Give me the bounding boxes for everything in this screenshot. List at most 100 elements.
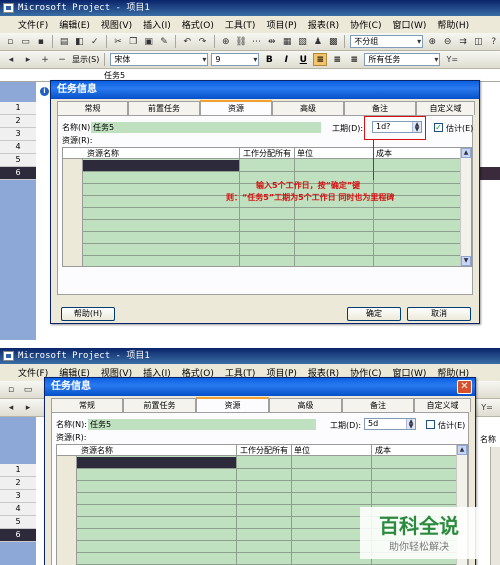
open-icon[interactable]: ▭ (19, 35, 31, 48)
tab-predecessors[interactable]: 前置任务 (123, 398, 196, 412)
notes-icon[interactable]: ▧ (296, 35, 308, 48)
help-icon[interactable]: ? (488, 35, 500, 48)
cut-icon[interactable]: ✂ (112, 35, 124, 48)
right-scroll-strip[interactable] (490, 447, 500, 565)
align-center-button[interactable]: ≡ (330, 53, 344, 66)
underline-button[interactable]: U (296, 53, 310, 66)
open-icon[interactable]: ▭ (21, 383, 35, 396)
font-size-combo[interactable]: 9 (211, 53, 260, 66)
row-number[interactable]: 4 (0, 141, 36, 154)
font-combo[interactable]: 宋体 (110, 53, 209, 66)
print-icon[interactable]: ▤ (58, 35, 70, 48)
duration-spinner[interactable]: 5d ▲ ▼ (364, 418, 416, 430)
assign-resources-icon[interactable]: ♟ (312, 35, 324, 48)
selected-grid-cell[interactable] (83, 160, 239, 171)
goto-task-icon[interactable]: ⇉ (457, 35, 469, 48)
row-number[interactable]: 1 (0, 102, 36, 115)
split-task-icon[interactable]: ⇹ (266, 35, 278, 48)
publish-icon[interactable]: ▩ (327, 35, 339, 48)
copy-picture-icon[interactable]: ◫ (472, 35, 484, 48)
column-units[interactable]: 单位 (297, 148, 313, 159)
tab-custom-fields[interactable]: 自定义域 (416, 101, 475, 115)
cancel-button[interactable]: 取消 (407, 307, 471, 321)
outdent-icon[interactable]: ◂ (4, 53, 18, 66)
name-field[interactable]: 任务5 (88, 419, 316, 430)
copy-icon[interactable]: ❐ (127, 35, 139, 48)
task-info-icon[interactable]: ▦ (281, 35, 293, 48)
indent-icon[interactable]: ▸ (21, 53, 35, 66)
menu-project[interactable]: 项目(P) (266, 18, 296, 31)
align-left-button[interactable]: ≡ (313, 53, 328, 66)
row-number[interactable]: 4 (0, 503, 36, 516)
selected-grid-cell[interactable] (77, 457, 236, 468)
unlink-tasks-icon[interactable]: ⋯ (250, 35, 262, 48)
column-resource-name[interactable]: 资源名称 (87, 148, 119, 159)
spelling-icon[interactable]: ✓ (89, 35, 101, 48)
menu-edit[interactable]: 编辑(E) (59, 18, 90, 31)
help-button[interactable]: 帮助(H) (61, 307, 115, 321)
row-number[interactable]: 3 (0, 128, 36, 141)
column-assignment-owner[interactable]: 工作分配所有 (243, 148, 295, 159)
column-resource-name[interactable]: 资源名称 (81, 445, 113, 456)
save-icon[interactable]: ▪ (35, 35, 47, 48)
grid-scrollbar[interactable]: ▲ ▼ (460, 148, 471, 266)
menu-window[interactable]: 窗口(W) (392, 18, 426, 31)
italic-button[interactable]: I (279, 53, 293, 66)
print-preview-icon[interactable]: ◧ (73, 35, 85, 48)
align-right-button[interactable]: ≡ (347, 53, 361, 66)
spinner-arrows-icon[interactable]: ▲ ▼ (406, 419, 415, 430)
resource-grid[interactable]: 资源名称 工作分配所有 单位 成本 ▲ ▼ (62, 147, 472, 267)
row-number[interactable]: 5 (0, 516, 36, 529)
row-number[interactable]: 2 (0, 477, 36, 490)
tab-notes[interactable]: 备注 (342, 398, 414, 412)
tab-general[interactable]: 常规 (57, 101, 128, 115)
hyperlink-icon[interactable]: ⊕ (220, 35, 232, 48)
scroll-up-icon[interactable]: ▲ (461, 148, 471, 158)
bold-button[interactable]: B (262, 53, 276, 66)
menu-help[interactable]: 帮助(H) (437, 18, 469, 31)
autofilter-icon[interactable]: Y= (443, 53, 461, 66)
hide-subtasks-icon[interactable]: − (55, 53, 69, 66)
link-tasks-icon[interactable]: ⛓ (235, 35, 247, 48)
zoom-in-icon[interactable]: ⊕ (426, 35, 438, 48)
tab-general[interactable]: 常规 (51, 398, 123, 412)
redo-icon[interactable]: ↷ (196, 35, 208, 48)
zoom-out-icon[interactable]: ⊖ (442, 35, 454, 48)
row-number-selected[interactable]: 6 (0, 167, 36, 180)
new-icon[interactable]: ▫ (4, 383, 18, 396)
estimated-checkbox[interactable] (426, 420, 435, 429)
scroll-up-icon[interactable]: ▲ (457, 445, 467, 455)
tab-resources[interactable]: 资源 (200, 100, 272, 115)
tab-notes[interactable]: 备注 (344, 101, 416, 115)
menu-tools[interactable]: 工具(T) (225, 18, 256, 31)
menu-view[interactable]: 视图(V) (101, 18, 132, 31)
undo-icon[interactable]: ↶ (181, 35, 193, 48)
menu-insert[interactable]: 插入(I) (143, 18, 171, 31)
column-units[interactable]: 单位 (294, 445, 310, 456)
menu-collaborate[interactable]: 协作(C) (350, 18, 381, 31)
tab-predecessors[interactable]: 前置任务 (128, 101, 200, 115)
tab-custom-fields[interactable]: 自定义域 (414, 398, 471, 412)
column-cost[interactable]: 成本 (375, 445, 391, 456)
new-icon[interactable]: ▫ (4, 35, 16, 48)
column-assignment-owner[interactable]: 工作分配所有 (240, 445, 292, 456)
menu-report[interactable]: 报表(R) (308, 18, 339, 31)
group-by-combo[interactable]: 不分组 (350, 35, 424, 48)
autofilter-icon[interactable]: Y= (478, 401, 496, 414)
outdent-icon[interactable]: ◂ (4, 401, 18, 414)
ok-button[interactable]: 确定 (347, 307, 401, 321)
menu-file[interactable]: 文件(F) (18, 18, 48, 31)
display-menu[interactable]: 显示(S) (72, 54, 99, 65)
row-number-selected[interactable]: 6 (0, 529, 36, 542)
scroll-down-icon[interactable]: ▼ (461, 256, 471, 266)
menu-format[interactable]: 格式(O) (182, 18, 214, 31)
row-number[interactable]: 1 (0, 464, 36, 477)
estimated-checkbox[interactable]: ✓ (434, 123, 443, 132)
format-painter-icon[interactable]: ✎ (158, 35, 170, 48)
row-number[interactable]: 2 (0, 115, 36, 128)
show-subtasks-icon[interactable]: + (38, 53, 52, 66)
indent-icon[interactable]: ▸ (21, 401, 35, 414)
tab-resources[interactable]: 资源 (196, 397, 269, 412)
close-icon[interactable]: ✕ (457, 380, 472, 394)
tab-advanced[interactable]: 高级 (272, 101, 344, 115)
